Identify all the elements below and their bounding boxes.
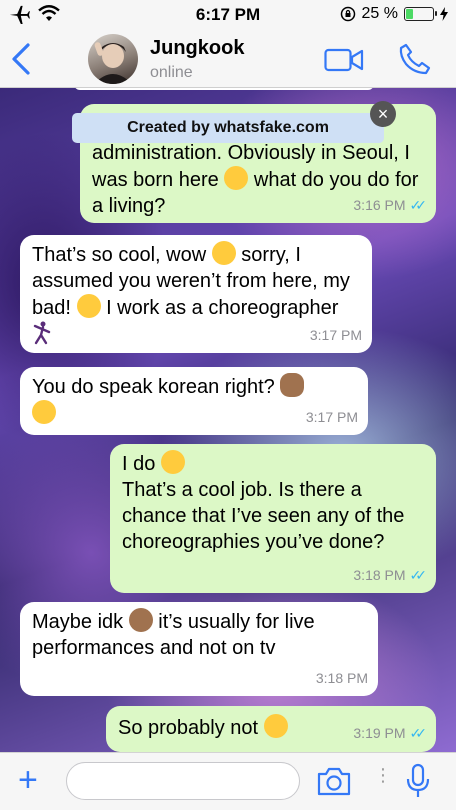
read-ticks-icon: ✓✓	[409, 567, 428, 583]
message-bubble-outgoing[interactable]: So probably not 3:19 PM ✓✓	[106, 706, 436, 752]
message-time: 3:16 PM	[353, 197, 406, 213]
phone-call-icon[interactable]	[398, 42, 432, 76]
camera-icon[interactable]	[316, 765, 352, 797]
message-bubble-incoming[interactable]: You do speak korean right? 3:17 PM	[20, 367, 368, 435]
message-time: 3:19 PM	[353, 725, 406, 741]
message-input[interactable]	[66, 762, 300, 800]
message-meta: 3:18 PM	[316, 665, 368, 691]
sunglasses-face-icon	[160, 450, 185, 474]
grinning-face-icon	[211, 241, 236, 265]
message-time: 3:18 PM	[315, 670, 368, 686]
message-meta: 3:17 PM	[306, 404, 358, 430]
battery-icon	[404, 7, 437, 21]
message-text: So probably not	[118, 717, 259, 739]
back-chevron-icon[interactable]	[8, 41, 38, 77]
message-text: That’s so cool, wow	[32, 244, 207, 266]
hugging-face-icon	[76, 294, 101, 318]
sweat-smile-face-icon	[263, 714, 288, 738]
shrug-icon	[128, 608, 153, 632]
input-bar: + ⋮	[0, 752, 456, 810]
winking-face-icon	[224, 166, 249, 190]
message-text: Maybe idk	[32, 611, 124, 633]
chat-area[interactable]: administration. Obviously in Seoul, I wa…	[0, 88, 456, 752]
plus-icon[interactable]: +	[18, 763, 38, 797]
charging-bolt-icon	[440, 7, 448, 21]
message-meta: 3:18 PM ✓✓	[353, 562, 428, 588]
message-time: 3:18 PM	[353, 567, 406, 583]
orientation-lock-icon	[340, 6, 355, 22]
read-ticks-icon: ✓✓	[409, 725, 428, 741]
message-meta: 3:16 PM ✓✓	[353, 192, 428, 218]
status-right: 25 %	[340, 5, 448, 23]
message-text: I do	[122, 453, 156, 475]
read-ticks-icon: ✓✓	[409, 197, 428, 213]
message-time: 3:17 PM	[305, 409, 358, 425]
message-text: I work as a choreographer	[106, 297, 339, 319]
contact-name[interactable]: Jungkook	[150, 37, 244, 60]
contact-status: online	[150, 64, 193, 81]
battery-percent: 25 %	[361, 5, 398, 22]
message-meta: 3:19 PM ✓✓	[353, 720, 428, 746]
previous-bubble-edge	[74, 88, 374, 90]
video-call-icon[interactable]	[324, 46, 364, 74]
close-icon[interactable]: ×	[370, 101, 396, 127]
tears-of-joy-face-icon	[32, 400, 56, 424]
message-text: You do speak korean right?	[32, 376, 275, 398]
avatar[interactable]	[88, 34, 138, 84]
message-meta: 3:17 PM	[310, 322, 362, 348]
watermark-banner: Created by whatsfake.com	[72, 113, 384, 143]
message-text: That’s a cool job. Is there a chance tha…	[122, 479, 405, 553]
microphone-icon[interactable]	[404, 763, 432, 799]
message-bubble-incoming[interactable]: That’s so cool, wow sorry, I assumed you…	[20, 235, 372, 353]
see-no-evil-monkey-icon	[280, 373, 305, 397]
message-bubble-outgoing[interactable]: I do That’s a cool job. Is there a chanc…	[110, 444, 436, 593]
message-time: 3:17 PM	[309, 327, 362, 343]
more-dots-icon: ⋮	[374, 765, 392, 785]
message-bubble-incoming[interactable]: Maybe idk it’s usually for live performa…	[20, 602, 378, 696]
chat-header: Jungkook online	[0, 30, 456, 88]
status-bar: 6:17 PM 25 %	[0, 0, 456, 30]
dancer-icon	[32, 321, 52, 345]
